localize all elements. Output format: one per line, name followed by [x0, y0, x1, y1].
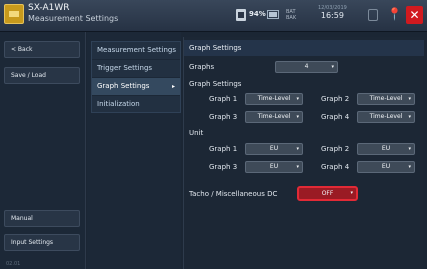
dropdown-value: EU	[381, 145, 391, 152]
graph-setting-label-4: Graph 4	[321, 113, 350, 121]
dropdown-value: OFF	[321, 190, 334, 197]
caret-down-icon: ▾	[296, 114, 299, 120]
graph-setting-label-3: Graph 3	[209, 113, 238, 121]
panel-title: Graph Settings	[184, 40, 424, 56]
caret-down-icon: ▾	[296, 96, 299, 102]
caret-down-icon: ▾	[408, 114, 411, 120]
graph-3-unit-dropdown[interactable]: EU ▾	[245, 161, 303, 173]
dropdown-value: 4	[304, 63, 309, 70]
graphs-label: Graphs	[189, 63, 215, 71]
app-name: SX-A1WR	[28, 3, 70, 13]
caret-down-icon: ▾	[350, 190, 353, 196]
unit-label-graph-2: Graph 2	[321, 145, 350, 153]
caret-down-icon: ▾	[408, 164, 411, 170]
battery-icon	[267, 10, 279, 19]
dropdown-value: EU	[381, 163, 391, 170]
sd-card-icon	[236, 9, 246, 21]
chevron-right-icon: ▸	[171, 83, 175, 90]
caret-down-icon: ▾	[408, 146, 411, 152]
graph-3-type-dropdown[interactable]: Time-Level ▾	[245, 111, 303, 123]
graphs-count-dropdown[interactable]: 4 ▾	[275, 61, 338, 73]
graph-2-type-dropdown[interactable]: Time-Level ▾	[357, 93, 415, 105]
caret-down-icon: ▾	[296, 164, 299, 170]
unit-label: Unit	[189, 129, 204, 137]
pin-icon[interactable]: 📍	[387, 7, 402, 21]
dropdown-value: Time-Level	[369, 113, 403, 120]
app-subtitle: Measurement Settings	[28, 14, 119, 23]
sidebar: < Back Save / Load Manual Input Settings…	[0, 32, 86, 269]
graph-4-type-dropdown[interactable]: Time-Level ▾	[357, 111, 415, 123]
unit-label-graph-3: Graph 3	[209, 163, 238, 171]
close-button[interactable]: ✕	[406, 6, 423, 24]
version-label: 02.01	[6, 261, 21, 267]
unit-label-graph-1: Graph 1	[209, 145, 238, 153]
tacho-label: Tacho / Miscellaneous DC	[189, 190, 278, 198]
graph-1-type-dropdown[interactable]: Time-Level ▾	[245, 93, 303, 105]
back-button[interactable]: < Back	[4, 41, 80, 58]
menu-item-label: Graph Settings	[97, 82, 150, 90]
graph-1-unit-dropdown[interactable]: EU ▾	[245, 143, 303, 155]
settings-menu: Measurement Settings Trigger Settings Gr…	[87, 32, 181, 269]
caret-down-icon: ▾	[331, 64, 334, 70]
dropdown-value: Time-Level	[257, 113, 291, 120]
dropdown-value: EU	[269, 163, 279, 170]
datetime: 12/03/2019 16:59	[318, 5, 347, 20]
graph-setting-label-1: Graph 1	[209, 95, 238, 103]
input-settings-button[interactable]: Input Settings	[4, 234, 80, 251]
menu-item-trigger-settings[interactable]: Trigger Settings	[91, 60, 181, 77]
caret-down-icon: ▾	[296, 146, 299, 152]
graph-settings-panel: Graph Settings Graphs 4 ▾ Graph Settings …	[183, 37, 424, 269]
unit-label-graph-4: Graph 4	[321, 163, 350, 171]
graph-2-unit-dropdown[interactable]: EU ▾	[357, 143, 415, 155]
time-text: 16:59	[320, 11, 344, 20]
storage-percent: 94%	[249, 10, 266, 18]
graph-4-unit-dropdown[interactable]: EU ▾	[357, 161, 415, 173]
dropdown-value: Time-Level	[369, 95, 403, 102]
dropdown-value: EU	[269, 145, 279, 152]
graph-settings-label: Graph Settings	[189, 80, 242, 88]
title-bar: SX-A1WR Measurement Settings 94% BAT BAK…	[0, 0, 427, 32]
tacho-dropdown[interactable]: OFF ▾	[297, 186, 358, 201]
app-logo-icon	[4, 4, 24, 24]
manual-button[interactable]: Manual	[4, 210, 80, 227]
battery-label: BAT BAK	[286, 9, 297, 21]
menu-item-measurement-settings[interactable]: Measurement Settings	[91, 42, 181, 59]
graph-setting-label-2: Graph 2	[321, 95, 350, 103]
save-load-button[interactable]: Save / Load	[4, 67, 80, 84]
lock-icon[interactable]	[368, 9, 378, 21]
menu-item-initialization[interactable]: Initialization	[91, 96, 181, 113]
dropdown-value: Time-Level	[257, 95, 291, 102]
caret-down-icon: ▾	[408, 96, 411, 102]
menu-item-graph-settings[interactable]: Graph Settings ▸	[91, 78, 181, 95]
